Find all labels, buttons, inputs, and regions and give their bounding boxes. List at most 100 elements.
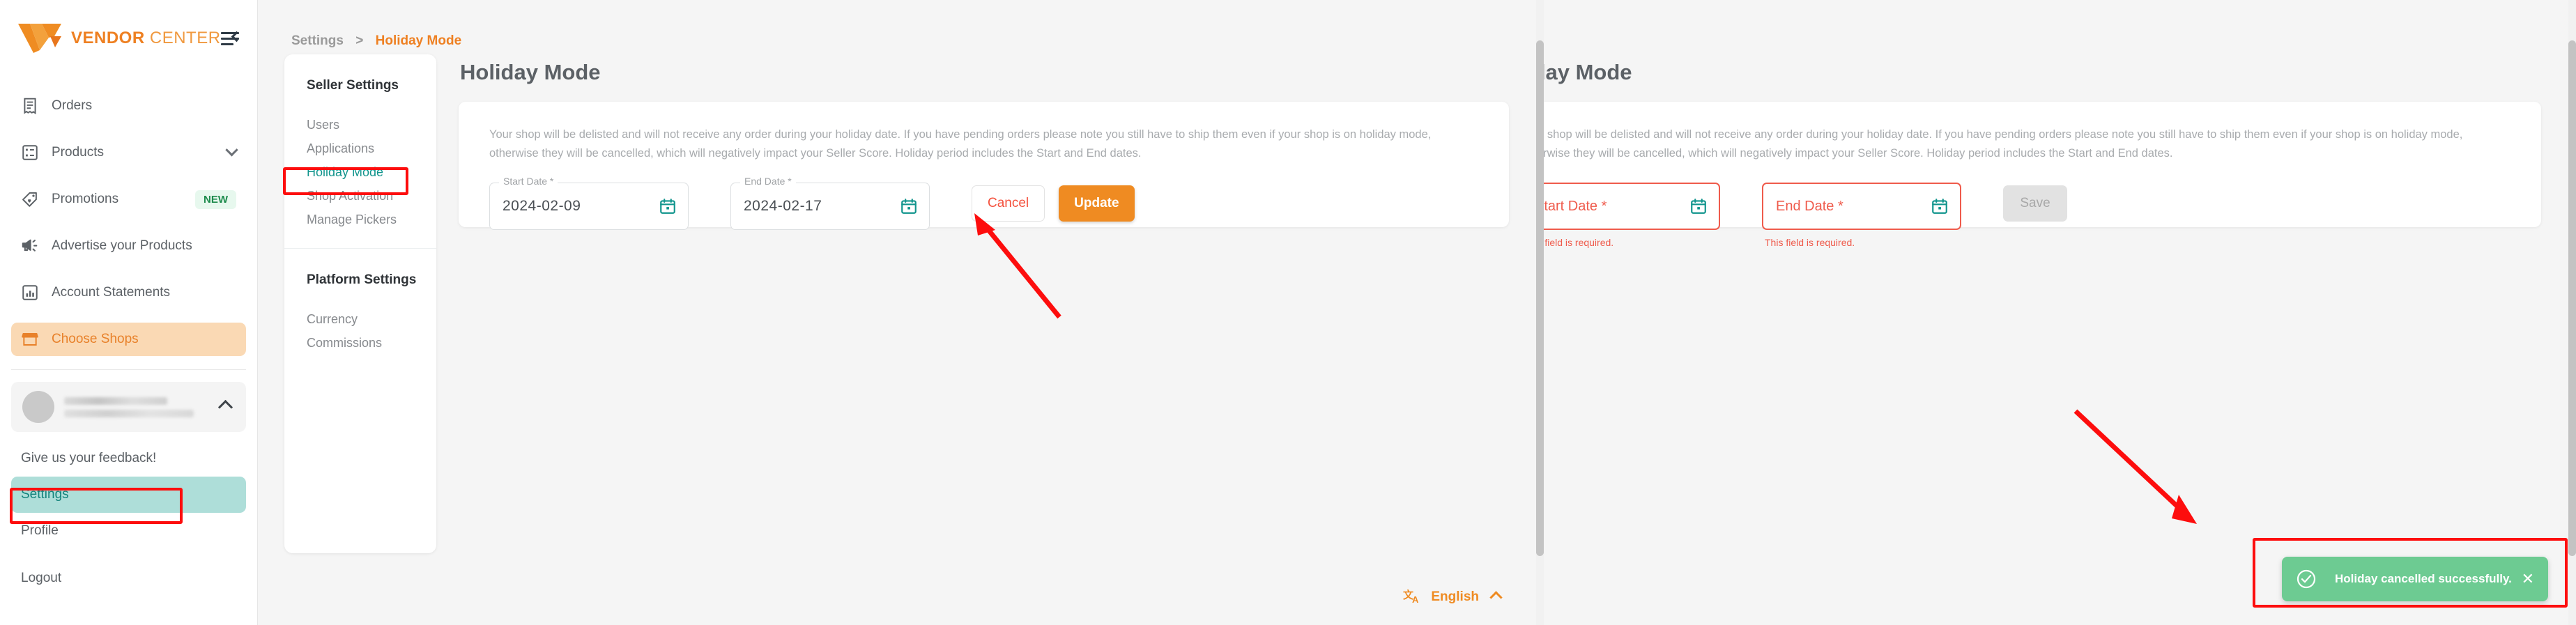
- form-actions: Cancel Update: [972, 185, 1135, 222]
- success-toast: Holiday cancelled successfully. ✕: [2282, 557, 2548, 601]
- settings-link-applications[interactable]: Applications: [284, 137, 436, 160]
- brand-name: VENDOR CENTER: [71, 29, 221, 48]
- sidebar-divider: [11, 369, 246, 370]
- start-date-error: This field is required.: [1544, 237, 1614, 249]
- form-actions: Save: [2003, 185, 2067, 222]
- check-circle-icon: [2296, 569, 2317, 589]
- end-date-value: 2024-02-17: [744, 198, 822, 215]
- svg-text:A: A: [1412, 594, 1419, 605]
- panel-before: VENDOR CENTER Orders Products Promotions…: [0, 0, 1544, 625]
- holiday-mode-description: Your shop will be delisted and will not …: [489, 128, 1432, 160]
- settings-link-shop-activation[interactable]: Shop Activation: [284, 184, 436, 208]
- products-list-icon: [21, 144, 39, 162]
- sidebar-footer-label: Give us your feedback!: [21, 451, 157, 465]
- menu-collapse-icon[interactable]: [220, 28, 243, 49]
- content-scrollbar[interactable]: [2568, 0, 2576, 625]
- holiday-mode-form-row: Start Date * This field is required.: [1544, 183, 2510, 248]
- breadcrumb: Settings > Holiday Mode: [1544, 0, 2576, 49]
- panel-after: VENDOR CENTER Orders: [1544, 0, 2576, 625]
- sidebar-footer-label: Logout: [21, 571, 62, 585]
- sidebar-item-logout[interactable]: Logout: [11, 560, 246, 596]
- page-title: Holiday Mode: [460, 60, 601, 84]
- settings-link-currency[interactable]: Currency: [284, 307, 436, 331]
- platform-settings-list: Currency Commissions: [284, 307, 436, 355]
- status-badge: NEW: [195, 190, 236, 209]
- sidebar-item-label: Account Statements: [52, 285, 171, 300]
- vendor-center-logo-icon: [18, 22, 61, 54]
- calendar-icon[interactable]: [1689, 197, 1708, 215]
- save-button[interactable]: Save: [2003, 185, 2067, 222]
- orders-receipt-icon: [21, 97, 39, 115]
- platform-settings-block: Platform Settings Currency Commissions: [284, 272, 436, 355]
- start-date-value: 2024-02-09: [503, 198, 581, 215]
- breadcrumb-current: Holiday Mode: [375, 33, 462, 48]
- end-date-label: End Date *: [740, 176, 796, 187]
- calendar-icon[interactable]: [659, 197, 677, 215]
- main-content: Settings > Holiday Mode Seller Settings …: [1544, 0, 2576, 625]
- start-date-label: Start Date *: [499, 176, 558, 187]
- calendar-icon[interactable]: [1931, 197, 1949, 215]
- holiday-mode-form-row: Start Date * 2024-02-09 End Date * 2024-…: [489, 176, 1478, 231]
- advertise-megaphone-icon: [21, 237, 39, 255]
- sidebar-item-label: Products: [52, 145, 104, 160]
- screenshot-stage: VENDOR CENTER Orders Products Promotions…: [0, 0, 2576, 625]
- end-date-error: This field is required.: [1765, 237, 1855, 249]
- translate-icon: 文 A: [1403, 587, 1423, 607]
- sidebar-item-promotions[interactable]: Promotions NEW: [11, 183, 246, 216]
- sidebar-item-products[interactable]: Products: [11, 136, 246, 169]
- holiday-mode-description: Your shop will be delisted and will not …: [1544, 128, 2463, 160]
- platform-settings-heading: Platform Settings: [307, 272, 417, 287]
- sidebar-item-settings[interactable]: Settings: [11, 477, 246, 513]
- choose-shops-store-icon: [21, 330, 39, 348]
- sidebar-header: VENDOR CENTER: [0, 0, 257, 77]
- end-date-field[interactable]: End Date * 2024-02-17: [730, 176, 930, 231]
- holiday-mode-form-card: Your shop will be delisted and will not …: [459, 102, 1509, 231]
- sidebar-footer-label: Settings: [21, 487, 69, 502]
- sidebar-item-orders[interactable]: Orders: [11, 89, 246, 123]
- settings-card-divider: [284, 248, 436, 249]
- sidebar-footer-label: Profile: [21, 523, 59, 538]
- holiday-mode-form-card: Your shop will be delisted and will not …: [1544, 102, 2541, 248]
- toast-message: Holiday cancelled successfully.: [2335, 572, 2512, 585]
- promotions-tag-icon: [21, 190, 39, 208]
- main-content: Settings > Holiday Mode Seller Settings …: [258, 0, 1544, 625]
- settings-link-users[interactable]: Users: [284, 113, 436, 137]
- language-selector[interactable]: 文 A English: [1403, 587, 1503, 607]
- settings-menu-card: Seller Settings Users Applications Holid…: [284, 54, 436, 553]
- sidebar-item-account-statements[interactable]: Account Statements: [11, 276, 246, 309]
- sidebar-item-label: Advertise your Products: [52, 238, 192, 253]
- settings-link-commissions[interactable]: Commissions: [284, 331, 436, 355]
- start-date-placeholder: Start Date *: [1544, 198, 1607, 214]
- start-date-field[interactable]: Start Date * 2024-02-09: [489, 176, 689, 231]
- end-date-field[interactable]: End Date * This field is required.: [1762, 183, 1961, 248]
- sidebar-item-choose-shops[interactable]: Choose Shops: [11, 323, 246, 356]
- seller-settings-heading: Seller Settings: [307, 78, 399, 93]
- calendar-icon[interactable]: [900, 197, 918, 215]
- language-label: English: [1431, 589, 1479, 604]
- sidebar-item-advertise-your-products[interactable]: Advertise your Products: [11, 229, 246, 263]
- seller-settings-list: Users Applications Holiday Mode Shop Act…: [284, 113, 436, 231]
- close-icon[interactable]: ✕: [2522, 571, 2534, 587]
- sidebar: VENDOR CENTER Orders Products Promotions…: [0, 0, 258, 625]
- content-scrollbar[interactable]: [1536, 0, 1544, 625]
- breadcrumb: Settings > Holiday Mode: [258, 0, 1544, 49]
- settings-link-manage-pickers[interactable]: Manage Pickers: [284, 208, 436, 231]
- sidebar-item-label: Promotions: [52, 192, 119, 206]
- account-statements-chart-icon: [21, 284, 39, 302]
- breadcrumb-parent[interactable]: Settings: [291, 33, 344, 48]
- start-date-field[interactable]: Start Date * This field is required.: [1544, 183, 1720, 248]
- sidebar-item-give-us-your-feedback[interactable]: Give us your feedback!: [11, 440, 246, 477]
- update-button[interactable]: Update: [1059, 185, 1135, 222]
- user-profile-card[interactable]: [11, 382, 246, 432]
- sidebar-item-profile[interactable]: Profile: [11, 513, 246, 549]
- settings-link-holiday-mode[interactable]: Holiday Mode: [284, 160, 436, 184]
- page-title: Holiday Mode: [1544, 60, 1632, 84]
- chevron-up-icon[interactable]: [1489, 590, 1503, 604]
- sidebar-footer: Give us your feedback! Settings Profile …: [0, 432, 257, 596]
- sidebar-item-label: Choose Shops: [52, 332, 139, 346]
- chevron-down-icon[interactable]: [225, 143, 238, 156]
- user-identity-redacted: [64, 396, 220, 417]
- chevron-up-icon[interactable]: [217, 399, 233, 415]
- cancel-button[interactable]: Cancel: [972, 185, 1045, 222]
- sidebar-item-label: Orders: [52, 98, 93, 113]
